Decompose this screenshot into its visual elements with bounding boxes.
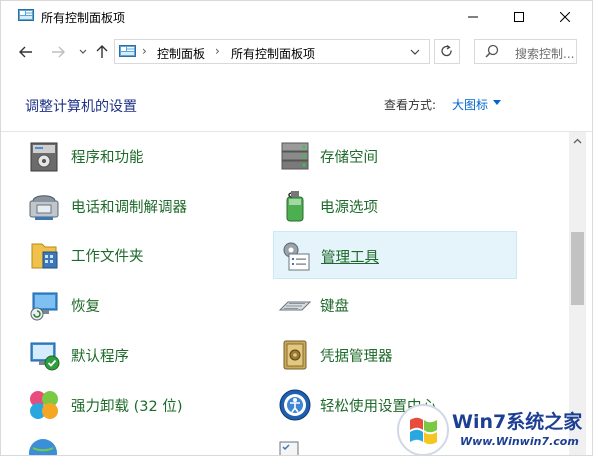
- chevron-down-icon: [79, 49, 87, 54]
- control-panel-window: 所有控制面板项 › 控制面板 › 所有控制面板项 搜索控制... 调整计算机的设…: [0, 0, 593, 456]
- partial-item-icon[interactable]: [28, 438, 58, 456]
- scroll-thumb[interactable]: [571, 232, 584, 305]
- view-by-label: 查看方式:: [384, 98, 437, 112]
- work-folders-icon: [31, 243, 58, 269]
- caret-down-icon[interactable]: [493, 100, 501, 105]
- breadcrumb-separator[interactable]: ›: [142, 44, 147, 58]
- item-label: 凭据管理器: [320, 349, 393, 365]
- minimize-icon: [468, 16, 478, 17]
- chevron-down-icon: [410, 49, 420, 55]
- arrow-left-icon: [19, 46, 32, 58]
- item-label: 工作文件夹: [71, 249, 144, 265]
- item-programs-features[interactable]: 程序和功能: [1, 132, 271, 180]
- control-panel-icon: [18, 9, 34, 21]
- search-box[interactable]: 搜索控制...: [474, 39, 577, 64]
- title-bar[interactable]: 所有控制面板项: [1, 1, 592, 33]
- up-button[interactable]: [91, 41, 113, 63]
- item-credential-manager[interactable]: 凭据管理器: [273, 331, 517, 379]
- arrow-right-icon: [52, 46, 65, 58]
- scroll-up-icon[interactable]: [573, 138, 582, 144]
- refresh-icon: [441, 45, 452, 57]
- item-work-folders[interactable]: 工作文件夹: [1, 231, 271, 279]
- refresh-button[interactable]: [434, 39, 460, 64]
- search-placeholder[interactable]: 搜索控制...: [515, 45, 574, 62]
- watermark-brand: Win7系统之家: [452, 411, 583, 433]
- close-button[interactable]: [542, 1, 588, 32]
- search-icon: [485, 44, 499, 58]
- item-label: 恢复: [71, 299, 100, 315]
- phone-modem-icon: [29, 195, 59, 220]
- storage-spaces-icon: [281, 142, 309, 170]
- address-bar[interactable]: › 控制面板 › 所有控制面板项: [114, 39, 430, 64]
- back-button[interactable]: [15, 41, 37, 63]
- address-dropdown-button[interactable]: [407, 45, 423, 59]
- breadcrumb-separator[interactable]: ›: [215, 44, 220, 58]
- forward-button[interactable]: [47, 41, 69, 63]
- arrow-up-icon: [96, 45, 108, 58]
- page-title: 调整计算机的设置: [25, 99, 137, 115]
- maximize-icon: [514, 11, 524, 22]
- item-uninstaller[interactable]: 强力卸载 (32 位): [1, 381, 271, 429]
- item-label: 程序和功能: [71, 150, 144, 166]
- view-by-dropdown[interactable]: 大图标: [452, 96, 488, 113]
- item-label: 键盘: [320, 299, 349, 315]
- ease-of-access-icon: [279, 389, 311, 421]
- item-keyboard[interactable]: 键盘: [273, 281, 517, 329]
- item-default-programs[interactable]: 默认程序: [1, 331, 271, 379]
- window-title: 所有控制面板项: [41, 11, 126, 25]
- item-label: 强力卸载 (32 位): [71, 399, 183, 415]
- item-label: 电源选项: [320, 200, 378, 216]
- recovery-icon: [30, 292, 58, 321]
- close-icon: [560, 11, 570, 22]
- maximize-button[interactable]: [496, 1, 542, 32]
- windows-logo-icon: [397, 404, 449, 455]
- navigation-bar: › 控制面板 › 所有控制面板项 搜索控制...: [1, 33, 592, 71]
- uninstaller-icon: [30, 391, 58, 419]
- minimize-button[interactable]: [450, 1, 496, 32]
- item-phone-modem[interactable]: 电话和调制解调器: [1, 182, 271, 230]
- item-label: 存储空间: [320, 150, 378, 166]
- power-options-icon: [286, 191, 304, 222]
- watermark: Win7系统之家 Www.Winwin7.com: [396, 403, 592, 455]
- item-recovery[interactable]: 恢复: [1, 281, 271, 329]
- breadcrumb-all-items[interactable]: 所有控制面板项: [231, 45, 315, 62]
- item-label: 管理工具: [321, 250, 379, 266]
- admin-tools-icon: [283, 242, 310, 271]
- item-label: 默认程序: [71, 349, 129, 365]
- watermark-url: Www.Winwin7.com: [460, 435, 579, 448]
- default-programs-icon: [30, 342, 60, 371]
- item-label: 电话和调制解调器: [71, 200, 187, 216]
- item-admin-tools[interactable]: 管理工具: [273, 231, 517, 279]
- control-panel-icon: [119, 45, 136, 57]
- programs-features-icon: [30, 142, 58, 172]
- partial-item-icon[interactable]: [278, 438, 302, 456]
- keyboard-icon: [278, 301, 312, 311]
- item-power-options[interactable]: 电源选项: [273, 182, 517, 230]
- item-storage-spaces[interactable]: 存储空间: [273, 132, 517, 180]
- breadcrumb-control-panel[interactable]: 控制面板: [157, 45, 205, 62]
- credential-manager-icon: [283, 340, 307, 370]
